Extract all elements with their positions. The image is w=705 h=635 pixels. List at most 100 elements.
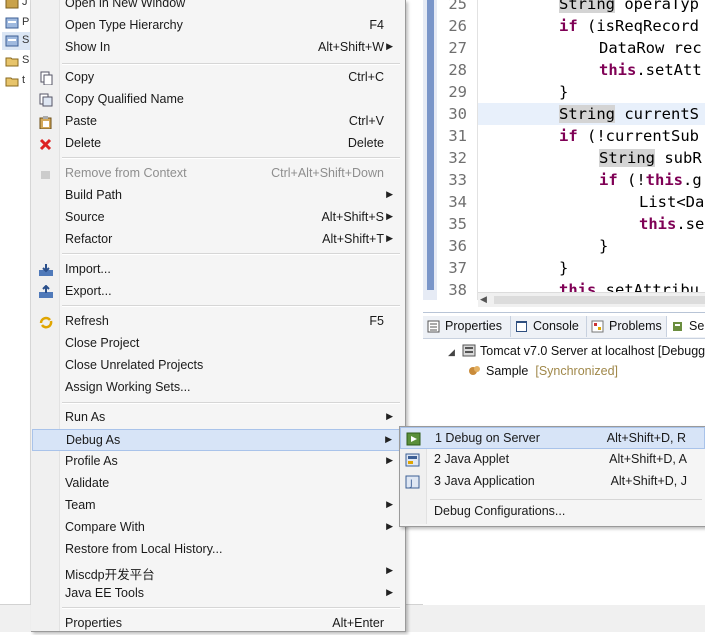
submenu-item-2-java-applet[interactable]: 2 Java Applet Alt+Shift+D, A	[400, 449, 705, 471]
menu-separator	[62, 402, 400, 404]
menu-item-assign-working-sets[interactable]: Assign Working Sets...	[32, 377, 404, 399]
explorer-row[interactable]: P	[2, 14, 30, 32]
menu-item-paste[interactable]: Paste Ctrl+V	[32, 111, 404, 133]
module-row[interactable]: Sample [Synchronized]	[468, 361, 618, 381]
menu-item-shortcut: Alt+Shift+S	[321, 210, 384, 224]
expand-icon[interactable]: ◢	[448, 342, 462, 362]
menu-item-java-ee-tools[interactable]: Java EE Tools ▶	[32, 583, 404, 605]
menu-item-label: Import...	[65, 262, 111, 276]
menu-item-shortcut: Ctrl+V	[348, 114, 384, 128]
explorer-row[interactable]: J	[2, 0, 30, 12]
scroll-left-icon[interactable]: ◀	[480, 294, 487, 305]
submenu-arrow-icon: ▶	[386, 233, 393, 243]
line-number: 26	[448, 17, 467, 35]
menu-item-properties[interactable]: Properties Alt+Enter	[32, 613, 404, 635]
menu-item-close-project[interactable]: Close Project	[32, 333, 404, 355]
menu-item-label: Java EE Tools	[65, 586, 144, 600]
code-line: if (!currentSub	[559, 127, 699, 145]
menu-item-label: Refresh	[65, 314, 109, 328]
properties-icon	[427, 320, 440, 333]
menu-separator	[62, 157, 400, 159]
console-icon	[516, 321, 527, 332]
svg-text:J: J	[409, 479, 413, 489]
menu-item-label: Team	[65, 498, 96, 512]
menu-item-export[interactable]: Export...	[32, 281, 404, 303]
menu-item-label: Source	[65, 210, 105, 224]
tab-servers[interactable]: Se	[667, 316, 705, 337]
java-application-icon: J	[405, 475, 420, 489]
menu-item-open-type-hierarchy[interactable]: Open Type Hierarchy F4	[32, 15, 404, 37]
menu-item-copy-qualified-name[interactable]: Copy Qualified Name	[32, 89, 404, 111]
menu-separator	[62, 305, 400, 307]
menu-item-miscdp[interactable]: Miscdp开发平台 ▶	[32, 561, 404, 583]
explorer-row-selected[interactable]: S	[2, 32, 30, 50]
menu-item-run-as[interactable]: Run As ▶	[32, 407, 404, 429]
menu-item-restore-from-local-history[interactable]: Restore from Local History...	[32, 539, 404, 561]
tab-console[interactable]: Console	[511, 316, 587, 337]
code-line: String currentS	[559, 105, 699, 123]
menu-item-shortcut: Ctrl+Alt+Shift+Down	[271, 166, 384, 180]
ruler-bar	[427, 0, 434, 290]
line-number: 27	[448, 39, 467, 57]
line-number: 25	[448, 0, 467, 13]
menu-item-label: Close Project	[65, 336, 140, 350]
menu-item-validate[interactable]: Validate	[32, 473, 404, 495]
paste-icon	[39, 116, 52, 129]
submenu-item-3-java-application[interactable]: J 3 Java Application Alt+Shift+D, J	[400, 471, 705, 493]
menu-item-open-in-new-window[interactable]: Open in New Window	[32, 0, 404, 15]
module-icon	[469, 366, 480, 375]
submenu-arrow-icon: ▶	[386, 411, 393, 421]
submenu-arrow-icon: ▶	[386, 587, 393, 597]
submenu-item-debug-configurations[interactable]: Debug Configurations...	[400, 501, 705, 523]
tab-properties[interactable]: Properties	[423, 316, 511, 337]
project-explorer: J P S S t	[0, 0, 31, 631]
explorer-row[interactable]: S	[2, 52, 30, 70]
menu-item-show-in[interactable]: Show In Alt+Shift+W ▶	[32, 37, 404, 59]
menu-item-import[interactable]: Import...	[32, 259, 404, 281]
code-line: }	[559, 259, 569, 277]
menu-item-delete[interactable]: Delete Delete	[32, 133, 404, 155]
menu-item-refactor[interactable]: Refactor Alt+Shift+T ▶	[32, 229, 404, 251]
menu-item-team[interactable]: Team ▶	[32, 495, 404, 517]
menu-item-compare-with[interactable]: Compare With ▶	[32, 517, 404, 539]
submenu-arrow-icon: ▶	[386, 455, 393, 465]
menu-item-label: Export...	[65, 284, 112, 298]
overview-ruler[interactable]	[423, 0, 437, 300]
line-number: 31	[448, 127, 467, 145]
menu-item-shortcut: F4	[369, 18, 384, 32]
line-number: 38	[448, 281, 467, 299]
menu-item-profile-as[interactable]: Profile As ▶	[32, 451, 404, 473]
submenu-arrow-icon: ▶	[386, 41, 393, 51]
tab-problems[interactable]: Problems	[587, 316, 667, 337]
menu-item-build-path[interactable]: Build Path ▶	[32, 185, 404, 207]
explorer-row[interactable]: t	[2, 72, 30, 90]
menu-item-refresh[interactable]: Refresh F5	[32, 311, 404, 333]
submenu-item-shortcut: Alt+Shift+D, R	[606, 431, 686, 445]
code-line: DataRow rec	[599, 39, 702, 57]
code-line: List<Da	[639, 193, 705, 211]
menu-item-source[interactable]: Source Alt+Shift+S ▶	[32, 207, 404, 229]
server-row[interactable]: ◢ Tomcat v7.0 Server at localhost [Debugg	[448, 341, 705, 361]
line-number: 33	[448, 171, 467, 189]
menu-separator	[62, 63, 400, 65]
horizontal-scrollbar[interactable]: ◀	[478, 292, 705, 307]
menu-item-label: Build Path	[65, 188, 122, 202]
scrollbar-thumb[interactable]	[494, 296, 705, 304]
code-line: String subR	[599, 149, 702, 167]
menu-item-label: Debug As	[66, 433, 121, 447]
menu-item-copy[interactable]: Copy Ctrl+C	[32, 67, 404, 89]
code-line: }	[559, 83, 569, 101]
menu-item-remove-from-context[interactable]: Remove from Context Ctrl+Alt+Shift+Down	[32, 163, 404, 185]
menu-item-label: Restore from Local History...	[65, 542, 223, 556]
project-icon	[5, 17, 19, 29]
menu-item-shortcut: F5	[369, 314, 384, 328]
menu-item-close-unrelated-projects[interactable]: Close Unrelated Projects	[32, 355, 404, 377]
menu-item-label: Remove from Context	[65, 166, 187, 180]
copy-qualified-name-icon	[39, 93, 53, 107]
menu-item-label: Miscdp开发平台	[65, 568, 155, 582]
submenu-item-1-debug-on-server[interactable]: 1 Debug on Server Alt+Shift+D, R	[400, 427, 705, 449]
delete-icon	[39, 138, 52, 151]
project-icon	[5, 35, 19, 47]
import-icon	[39, 264, 53, 276]
menu-item-debug-as[interactable]: Debug As ▶	[32, 429, 404, 451]
